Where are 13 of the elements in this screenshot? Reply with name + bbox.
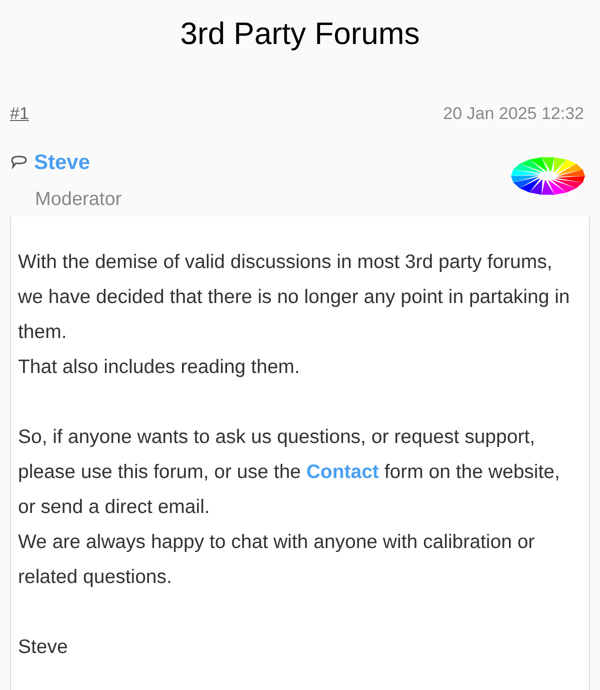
avatar-icon bbox=[511, 156, 585, 194]
post-text: That also includes reading them. bbox=[18, 354, 301, 380]
post-date: 20 Jan 2025 12:32 bbox=[443, 103, 584, 125]
post-text: So, if anyone wants to ask us questions, or request support, please use this forum, or use the Contact form on the website, or send a direct email. bbox=[18, 424, 561, 520]
author-name[interactable]: Steve bbox=[34, 146, 90, 178]
contact-link[interactable]: Contact bbox=[306, 460, 379, 482]
speech-bubble-icon bbox=[10, 155, 28, 170]
post-number-link[interactable]: #1 bbox=[10, 101, 29, 126]
post-text: With the demise of valid discussions in most 3rd party forums, we have decided that there is no longer any point in partaking in them. bbox=[18, 250, 571, 344]
post-text: We are always happy to chat with anyone with calibration or related questions. bbox=[18, 530, 536, 590]
author-role: Moderator bbox=[35, 188, 122, 212]
post-text: Steve bbox=[18, 634, 69, 660]
page-title: 3rd Party Forums bbox=[180, 14, 420, 53]
